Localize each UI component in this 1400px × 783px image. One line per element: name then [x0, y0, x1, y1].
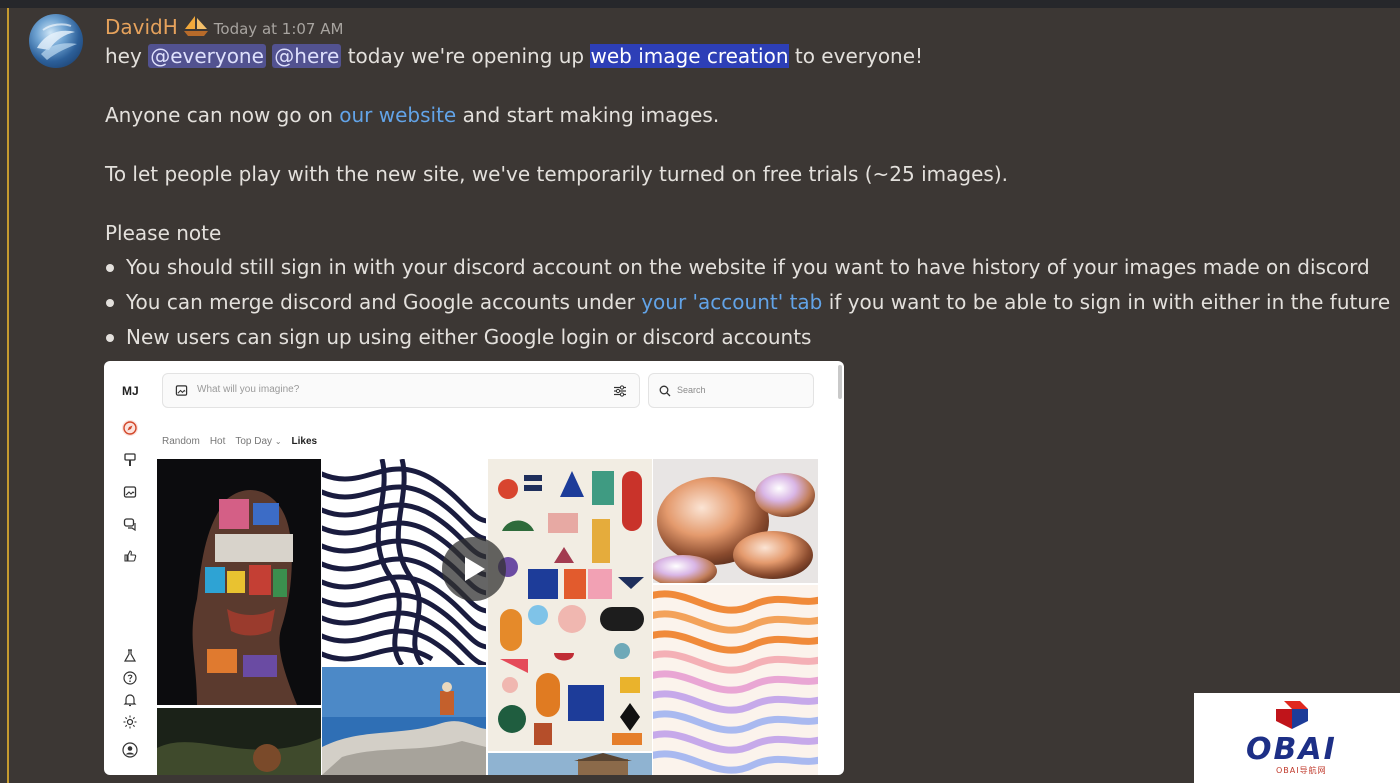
image-icon	[175, 385, 188, 396]
line1-pre: hey	[105, 44, 149, 68]
tab-likes[interactable]: Likes	[292, 436, 318, 447]
tab-hot[interactable]: Hot	[210, 436, 226, 447]
line1-mid: today we're opening up	[341, 44, 591, 68]
tab-random[interactable]: Random	[162, 436, 200, 447]
gallery-image-geometric[interactable]	[488, 459, 652, 751]
bullet2-pre: You can merge discord and Google account…	[126, 290, 642, 314]
search-input[interactable]: Search	[648, 373, 814, 408]
search-placeholder: Search	[677, 385, 706, 395]
gallery-image-house[interactable]	[488, 753, 652, 775]
mention-highlight-bar	[7, 8, 9, 783]
message-line-4: Please note	[105, 221, 222, 245]
bullet-list: You should still sign in with your disco…	[105, 250, 1390, 355]
cube-logo-icon	[1276, 701, 1308, 729]
thumbs-up-icon	[121, 547, 139, 565]
watermark-logo: OBAI OBAI导航网	[1194, 693, 1400, 783]
bullet2-post: if you want to be able to sign in with e…	[822, 290, 1391, 314]
brush-icon	[121, 451, 139, 469]
gallery-image-portrait[interactable]	[157, 459, 321, 705]
embedded-screenshot[interactable]: MJ What will you imagine? Search Random	[104, 361, 844, 775]
gallery-image-iridescent-stones[interactable]	[653, 459, 818, 583]
message-line-3: To let people play with the new site, we…	[105, 162, 1008, 186]
tab-top-day-label: Top Day	[235, 436, 273, 447]
help-icon	[121, 669, 139, 687]
author-name[interactable]: DavidH	[105, 15, 178, 39]
imagine-input[interactable]: What will you imagine?	[162, 373, 640, 408]
mj-logo: MJ	[122, 384, 139, 398]
list-item: You can merge discord and Google account…	[105, 285, 1390, 320]
watermark-text: OBAI	[1246, 732, 1337, 767]
chat-icon	[121, 515, 139, 533]
message-header: DavidH Today at 1:07 AM	[105, 12, 1305, 40]
list-item: New users can sign up using either Googl…	[105, 320, 1390, 355]
bell-icon	[121, 691, 139, 709]
watermark-subtext: OBAI导航网	[1276, 766, 1327, 775]
mention-here[interactable]: @here	[272, 44, 342, 68]
mention-everyone[interactable]: @everyone	[148, 44, 266, 68]
feed-tabs: Random Hot Top Day ⌄ Likes	[162, 436, 317, 447]
timestamp: Today at 1:07 AM	[213, 20, 344, 38]
scrollbar[interactable]	[838, 365, 842, 399]
line2-post: and start making images.	[456, 103, 720, 127]
gallery-image-coast[interactable]	[322, 667, 486, 775]
search-icon	[659, 385, 671, 397]
account-tab-link[interactable]: your 'account' tab	[641, 290, 822, 314]
imagine-placeholder: What will you imagine?	[197, 384, 300, 395]
sun-icon	[121, 713, 139, 731]
message: DavidH Today at 1:07 AM hey @everyone @h…	[105, 12, 1390, 349]
sailboat-icon	[182, 15, 210, 37]
message-line-1: hey @everyone @here today we're opening …	[105, 40, 923, 72]
top-strip	[0, 0, 1400, 8]
image-icon	[121, 483, 139, 501]
list-item: You should still sign in with your disco…	[105, 250, 1390, 285]
user-icon	[121, 741, 139, 759]
flask-icon	[121, 647, 139, 665]
gallery-image-waves[interactable]	[653, 585, 818, 775]
tab-top-day[interactable]: Top Day ⌄	[235, 436, 281, 447]
compass-icon	[121, 419, 139, 437]
play-button[interactable]	[442, 537, 506, 601]
line2-pre: Anyone can now go on	[105, 103, 340, 127]
chevron-down-icon: ⌄	[274, 437, 282, 446]
sliders-icon[interactable]	[613, 384, 627, 398]
line1-post: to everyone!	[788, 44, 924, 68]
message-line-2: Anyone can now go on our website and sta…	[105, 99, 719, 131]
selected-text: web image creation	[590, 44, 789, 68]
gallery-image-dark[interactable]	[157, 708, 321, 775]
website-link[interactable]: our website	[339, 103, 456, 127]
avatar[interactable]	[29, 14, 83, 68]
play-icon	[465, 557, 485, 581]
